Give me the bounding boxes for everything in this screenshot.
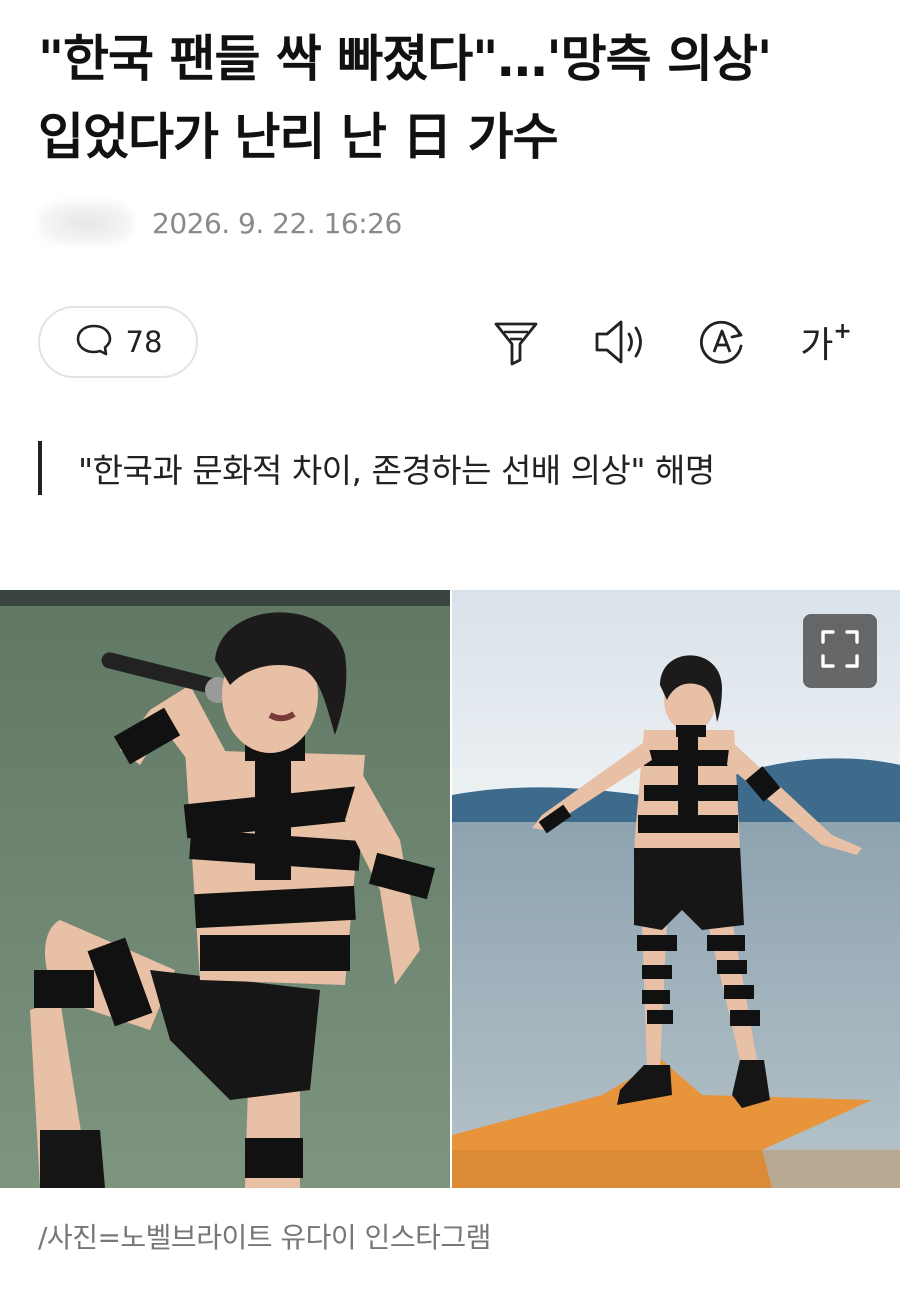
font-size-button[interactable]: 가+ (796, 312, 856, 372)
summary-filter-icon (490, 316, 542, 368)
subheadline-text: "한국과 문화적 차이, 존경하는 선배 의상" 해명 (78, 451, 715, 490)
comment-count: 78 (125, 325, 163, 359)
translate-icon (695, 315, 749, 369)
headline-line-2: 입었다가 난리 난 日 가수 (38, 108, 559, 166)
article-photo[interactable] (0, 590, 900, 1188)
expand-icon (819, 628, 861, 674)
read-aloud-button[interactable] (590, 312, 650, 372)
publish-datetime: 2026. 9. 22. 16:26 (152, 206, 402, 240)
article-meta: 2026. 9. 22. 16:26 (38, 198, 402, 248)
font-size-icon: 가+ (800, 319, 852, 366)
read-aloud-icon (591, 316, 649, 368)
photo-expand-button[interactable] (803, 614, 877, 688)
summary-button[interactable] (486, 312, 546, 372)
reporter-name-blurred (38, 201, 134, 245)
translate-button[interactable] (692, 312, 752, 372)
photo-caption: /사진=노벨브라이트 유다이 인스타그램 (38, 1221, 491, 1254)
comment-icon (74, 320, 114, 364)
photo-performing-singer (0, 590, 450, 1188)
subheadline: "한국과 문화적 차이, 존경하는 선배 의상" 해명 (38, 440, 715, 496)
article-headline: "한국 팬들 싹 빠졌다"…'망측 의상' 입었다가 난리 난 日 가수 (38, 20, 878, 176)
comment-button[interactable]: 78 (38, 306, 198, 378)
quote-bar (38, 441, 42, 495)
headline-line-1: "한국 팬들 싹 빠졌다"…'망측 의상' (38, 30, 772, 88)
